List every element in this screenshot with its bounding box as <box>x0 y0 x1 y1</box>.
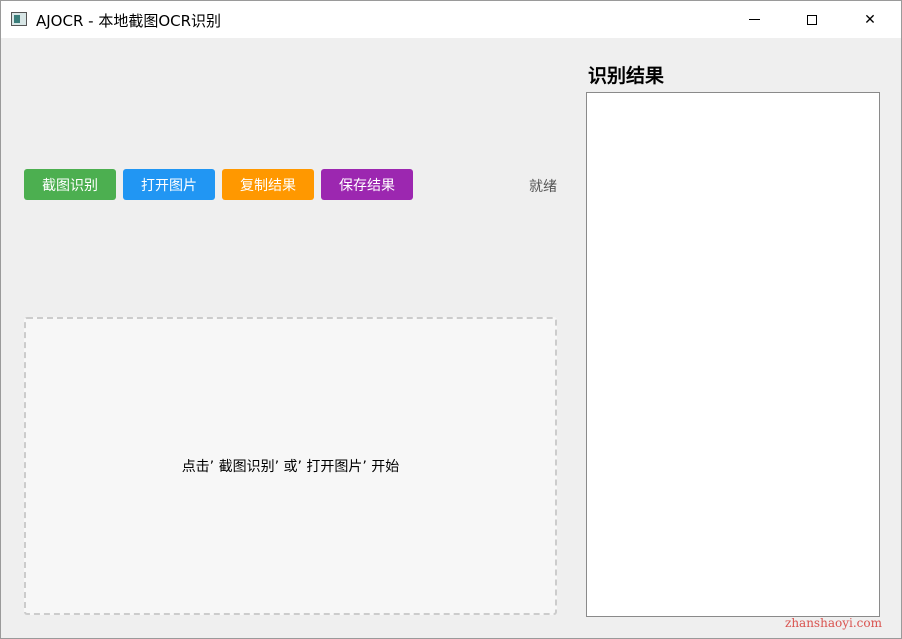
image-drop-area[interactable]: 点击’ 截图识别’ 或’ 打开图片’ 开始 <box>24 317 557 615</box>
drop-hint-text: 点击’ 截图识别’ 或’ 打开图片’ 开始 <box>181 459 400 475</box>
app-window: AJOCR - 本地截图OCR识别 ✕ 截图识别 打开图片 复制结果 保存结果 … <box>0 0 902 639</box>
save-result-button[interactable]: 保存结果 <box>321 169 413 200</box>
copy-result-button[interactable]: 复制结果 <box>222 169 314 200</box>
result-title: 识别结果 <box>588 65 665 87</box>
title-bar[interactable]: AJOCR - 本地截图OCR识别 ✕ <box>1 1 901 38</box>
close-icon: ✕ <box>864 11 876 28</box>
window-title: AJOCR - 本地截图OCR识别 <box>36 12 222 30</box>
watermark-text: zhanshaoyi.com <box>785 616 882 630</box>
minimize-button[interactable] <box>725 1 783 38</box>
close-button[interactable]: ✕ <box>841 1 899 38</box>
maximize-icon <box>807 14 817 25</box>
status-label: 就绪 <box>529 179 557 195</box>
maximize-button[interactable] <box>783 1 841 38</box>
open-image-button[interactable]: 打开图片 <box>123 169 215 200</box>
minimize-icon <box>748 19 760 20</box>
app-window-icon <box>11 12 27 26</box>
capture-ocr-button[interactable]: 截图识别 <box>24 169 116 200</box>
result-textarea[interactable] <box>586 92 880 617</box>
